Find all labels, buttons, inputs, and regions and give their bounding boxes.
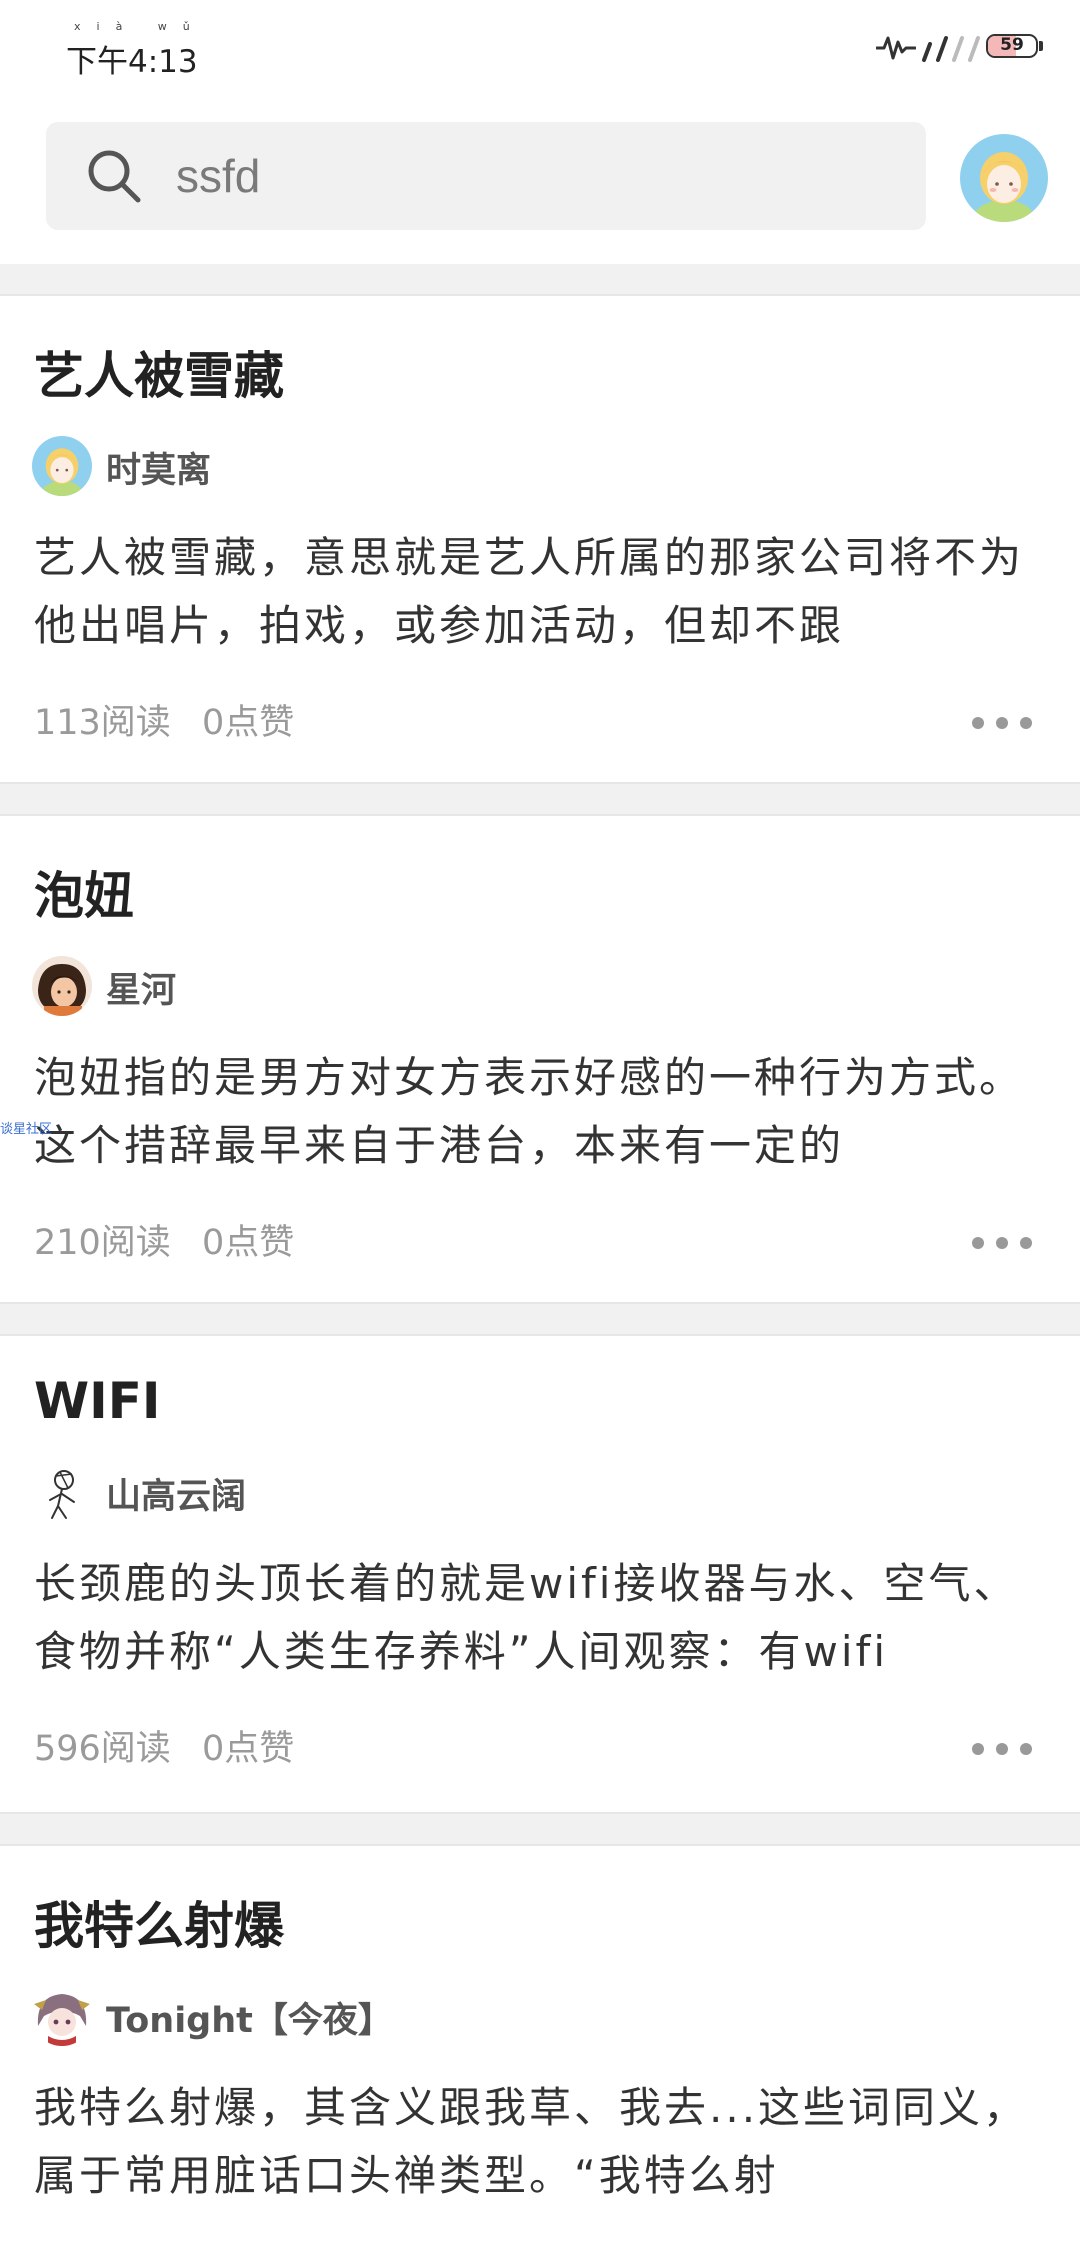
article-excerpt: 我特么射爆，其含义跟我草、我去...这些词同义，属于常用脏话口头禅类型。“我特么…: [34, 2083, 1029, 2200]
article-card[interactable]: 泡妞 星河 泡妞指的是男方对女方表示好感的一种行为方式。这个措辞最早来自于港台，…: [0, 814, 1080, 1304]
battery-icon: 59: [986, 34, 1038, 58]
author-name[interactable]: Tonight【今夜】: [106, 1992, 393, 2043]
article-title[interactable]: WIFI: [34, 1372, 161, 1430]
time-ruby: xià wǔ: [74, 20, 206, 33]
status-icons: 59: [876, 28, 1046, 68]
battery-level: 59: [1000, 35, 1024, 55]
blonde-girl-avatar: [32, 436, 92, 496]
user-avatar-image: [960, 134, 1048, 222]
author-name[interactable]: 时莫离: [106, 442, 211, 493]
article-excerpt: 长颈鹿的头顶长着的就是wifi接收器与水、空气、食物并称“人类生存养料”人间观察…: [34, 1559, 1019, 1676]
photo-girl-avatar: [32, 956, 92, 1016]
app-screen: xià wǔ 下午4:13 59 ssfd 艺人被雪藏 时莫离 艺人被雪藏，意思…: [0, 0, 1080, 2248]
read-count: 210阅读: [34, 1223, 171, 1263]
search-input[interactable]: [176, 140, 876, 212]
author-name[interactable]: 山高云阔: [106, 1468, 246, 1519]
battery-tip: [1039, 41, 1043, 51]
more-options-icon[interactable]: [972, 710, 1032, 734]
author-avatar[interactable]: [32, 1986, 92, 2046]
like-count: 0点赞: [201, 1223, 295, 1263]
search-header: [0, 96, 1080, 264]
article-excerpt: 泡妞指的是男方对女方表示好感的一种行为方式。这个措辞最早来自于港台，本来有一定的: [34, 1053, 1025, 1170]
network-activity-icon: [876, 36, 916, 60]
read-count: 113阅读: [34, 703, 171, 743]
author-avatar[interactable]: [32, 436, 92, 496]
more-options-icon[interactable]: [972, 1736, 1032, 1760]
article-title[interactable]: 我特么射爆: [34, 1886, 284, 1958]
signal-icon: [922, 36, 980, 62]
article-stats: 596阅读 0点赞: [34, 1720, 294, 1771]
like-count: 0点赞: [201, 1729, 295, 1769]
search-box[interactable]: [46, 122, 926, 230]
article-title[interactable]: 泡妞: [34, 856, 134, 928]
search-icon: [88, 150, 141, 203]
article-card[interactable]: 我特么射爆 Tonight【今夜】 我特么射爆，其含义跟我草、我去...这些词同…: [0, 1844, 1080, 2248]
article-stats: 210阅读 0点赞: [34, 1214, 294, 1265]
like-count: 0点赞: [201, 703, 295, 743]
read-count: 596阅读: [34, 1729, 171, 1769]
author-name[interactable]: 星河: [106, 962, 176, 1013]
author-avatar[interactable]: [32, 1462, 92, 1522]
anime-girl-avatar: [32, 1986, 92, 2046]
article-title[interactable]: 艺人被雪藏: [34, 336, 284, 408]
author-avatar[interactable]: [32, 956, 92, 1016]
user-avatar[interactable]: [960, 134, 1048, 222]
article-stats: 113阅读 0点赞: [34, 694, 294, 745]
watermark-text: 谈星社区: [0, 1122, 53, 1137]
article-excerpt: 艺人被雪藏，意思就是艺人所属的那家公司将不为他出唱片，拍戏，或参加活动，但却不跟: [34, 533, 1025, 650]
sketch-figure-avatar: [32, 1462, 92, 1522]
status-bar: xià wǔ 下午4:13 59: [0, 0, 1080, 96]
article-card[interactable]: WIFI 山高云阔 长颈鹿的头顶长着的就是wifi接收器与水、空气、食物并称“人…: [0, 1334, 1080, 1814]
article-card[interactable]: 艺人被雪藏 时莫离 艺人被雪藏，意思就是艺人所属的那家公司将不为他出唱片，拍戏，…: [0, 294, 1080, 784]
status-time: 下午4:13: [66, 44, 198, 80]
more-options-icon[interactable]: [972, 1230, 1032, 1254]
